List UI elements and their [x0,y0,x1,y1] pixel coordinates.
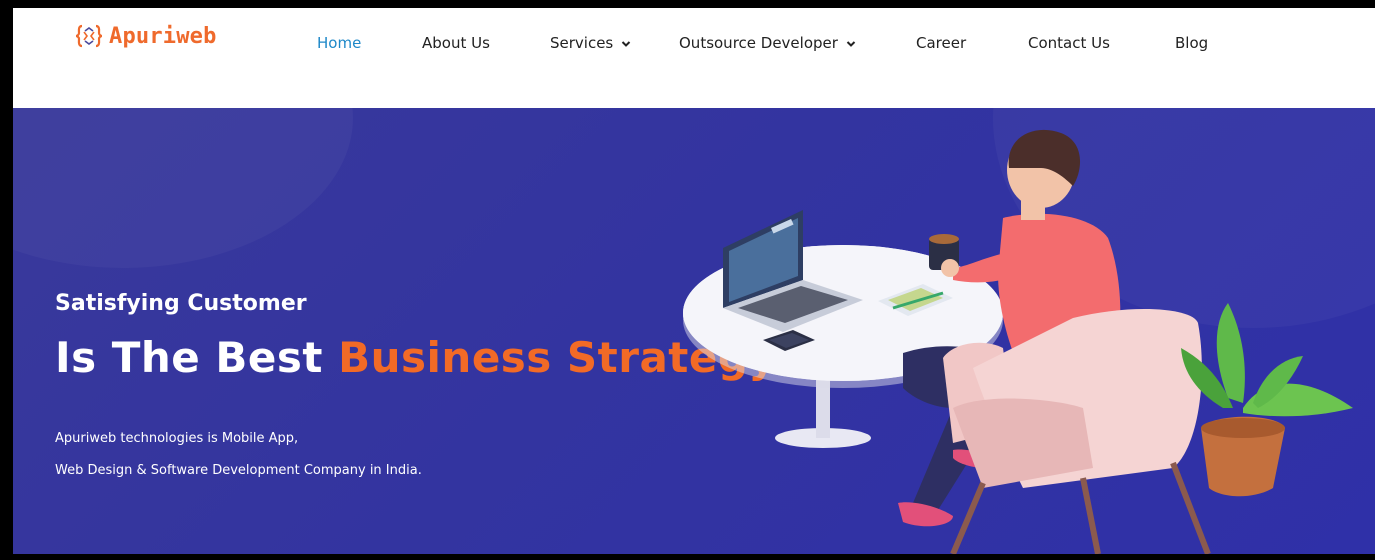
nav-career[interactable]: Career [916,34,966,52]
hero-banner: Satisfying Customer Is The Best Business… [13,108,1375,554]
nav-services[interactable]: Services [550,34,631,52]
nav-outsource-developer[interactable]: Outsource Developer [679,34,856,52]
logo-icon [75,24,103,48]
web-page: Apuriweb Home About Us Services Outsourc… [13,8,1375,554]
top-navbar: Apuriweb Home About Us Services Outsourc… [13,8,1375,108]
chair-icon [943,308,1211,554]
plant-icon [1181,303,1353,497]
nav-services-label: Services [550,34,614,52]
nav-outsource-developer-label: Outsource Developer [679,34,838,52]
nav-home[interactable]: Home [317,34,361,52]
brand-logo[interactable]: Apuriweb [75,22,217,50]
nav-about-us[interactable]: About Us [422,34,490,52]
nav-contact-us[interactable]: Contact Us [1028,34,1110,52]
screenshot-frame: Apuriweb Home About Us Services Outsourc… [0,0,1375,560]
chevron-down-icon [622,40,631,47]
nav-blog[interactable]: Blog [1175,34,1208,52]
hero-description-line-2: Web Design & Software Development Compan… [55,463,422,478]
hero-title-white: Is The Best [55,333,339,382]
person-working-laptop-illustration [683,129,1353,554]
hero-description-line-1: Apuriweb technologies is Mobile App, [55,431,299,446]
background-shape [13,108,353,268]
brand-name: Apuriweb [109,23,217,49]
hero-subtitle: Satisfying Customer [55,291,307,316]
chevron-down-icon [846,40,856,47]
